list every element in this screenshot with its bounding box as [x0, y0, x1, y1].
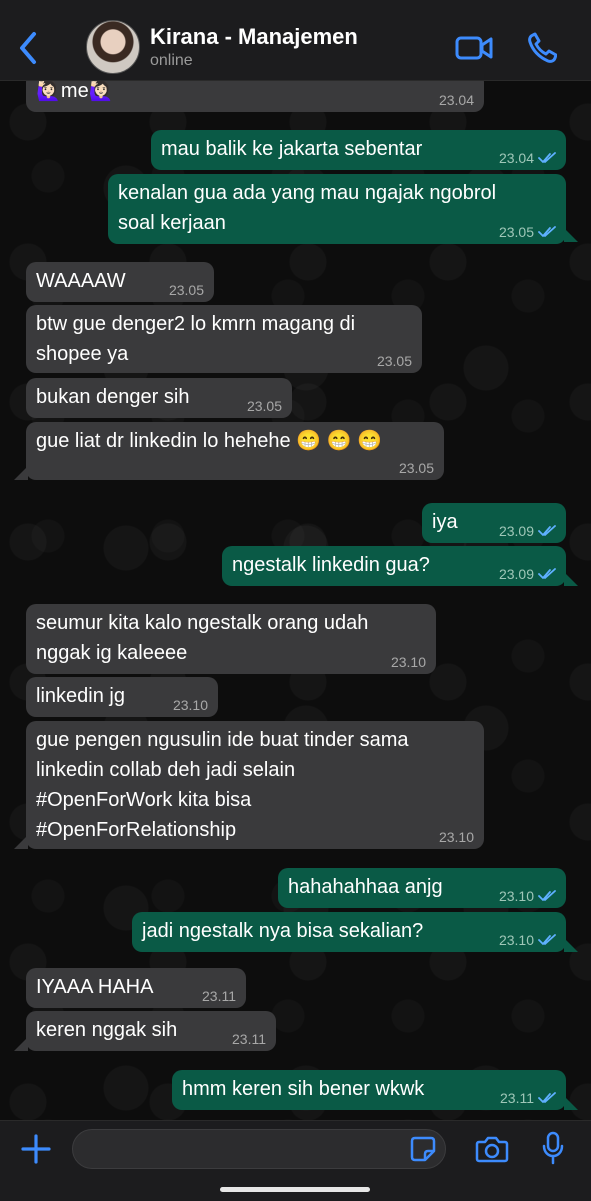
sticker-icon[interactable] — [410, 1136, 436, 1162]
message-text: btw gue denger2 lo kmrn magang di shopee… — [36, 313, 356, 365]
message-in[interactable]: IYAAA HAHA 23.11 — [26, 968, 246, 1008]
message-out[interactable]: mau balik ke jakarta sebentar 23.04 — [151, 130, 566, 170]
video-call-icon[interactable] — [455, 34, 493, 62]
message-text: bukan denger sih — [36, 386, 190, 408]
plus-icon[interactable] — [20, 1133, 52, 1165]
message-in[interactable]: keren nggak sih 23.11 — [26, 1011, 276, 1051]
double-check-icon — [538, 152, 556, 163]
message-time: 23.04 — [498, 150, 534, 166]
message-time: 23.11 — [232, 1031, 266, 1047]
message-time: 23.10 — [498, 888, 534, 904]
message-text: hahahahhaa anjg — [288, 876, 443, 898]
message-text: jadi ngestalk nya bisa sekalian? — [142, 920, 424, 942]
message-text: gue liat dr linkedin lo hehehe 😁 😁 😁 — [36, 430, 383, 452]
message-text: IYAAA HAHA — [36, 976, 154, 998]
message-in[interactable]: gue pengen ngusulin ide buat tinder sama… — [26, 721, 484, 849]
chat-header: Kirana - Manajemen online — [0, 0, 591, 81]
message-time: 23.11 — [202, 988, 236, 1004]
message-time: 23.05 — [498, 224, 534, 240]
message-text: ngestalk linkedin gua? — [232, 554, 430, 576]
message-time: 23.05 — [168, 282, 204, 298]
message-in[interactable]: linkedin jg 23.10 — [26, 677, 218, 717]
message-time: 23.10 — [172, 697, 208, 713]
bubble-tail — [564, 572, 578, 586]
message-time: 23.10 — [498, 932, 534, 948]
message-text: linkedin jg — [36, 685, 125, 707]
message-in[interactable]: WAAAAW 23.05 — [26, 262, 214, 302]
message-text: kenalan gua ada yang mau ngajak ngobrol … — [118, 182, 497, 234]
message-in[interactable]: btw gue denger2 lo kmrn magang di shopee… — [26, 305, 422, 373]
message-out[interactable]: hahahahhaa anjg 23.10 — [278, 868, 566, 908]
message-text: mau balik ke jakarta sebentar — [161, 138, 423, 160]
double-check-icon — [538, 1092, 556, 1103]
double-check-icon — [538, 890, 556, 901]
bubble-tail — [14, 835, 28, 849]
bubble-tail — [564, 938, 578, 952]
message-in[interactable]: bukan denger sih 23.05 — [26, 378, 292, 418]
message-text: seumur kita kalo ngestalk orang udah ngg… — [36, 612, 369, 664]
message-input[interactable] — [72, 1129, 446, 1169]
message-time: 23.11 — [500, 1090, 534, 1106]
home-indicator — [220, 1187, 370, 1192]
bubble-tail — [564, 1096, 578, 1110]
message-time: 23.04 — [438, 92, 474, 108]
message-text: WAAAAW — [36, 270, 126, 292]
message-text: gue pengen ngusulin ide buat tinder sama… — [36, 729, 409, 841]
double-check-icon — [538, 226, 556, 237]
double-check-icon — [538, 568, 556, 579]
message-in[interactable]: gue liat dr linkedin lo hehehe 😁 😁 😁 23.… — [26, 422, 444, 480]
message-out[interactable]: ngestalk linkedin gua? 23.09 — [222, 546, 566, 586]
contact-name[interactable]: Kirana - Manajemen — [150, 24, 358, 50]
microphone-icon[interactable] — [542, 1131, 564, 1165]
bubble-tail — [14, 466, 28, 480]
message-out[interactable]: iya 23.09 — [422, 503, 566, 543]
message-text: hmm keren sih bener wkwk — [182, 1078, 425, 1100]
message-in[interactable]: seumur kita kalo ngestalk orang udah ngg… — [26, 604, 436, 674]
message-out[interactable]: kenalan gua ada yang mau ngajak ngobrol … — [108, 174, 566, 244]
contact-avatar[interactable] — [86, 20, 140, 74]
message-time: 23.09 — [498, 566, 534, 582]
message-out[interactable]: jadi ngestalk nya bisa sekalian? 23.10 — [132, 912, 566, 952]
contact-status: online — [150, 52, 193, 69]
message-text: keren nggak sih — [36, 1019, 178, 1041]
double-check-icon — [538, 525, 556, 536]
message-time: 23.05 — [376, 353, 412, 369]
message-out[interactable]: hmm keren sih bener wkwk 23.11 — [172, 1070, 566, 1110]
bubble-tail — [564, 228, 578, 242]
message-time: 23.10 — [390, 654, 426, 670]
double-check-icon — [538, 934, 556, 945]
phone-icon[interactable] — [527, 32, 557, 64]
message-time: 23.10 — [438, 829, 474, 845]
message-text: iya — [432, 511, 458, 533]
bubble-tail — [14, 1037, 28, 1051]
message-time: 23.05 — [246, 398, 282, 414]
back-chevron-icon[interactable] — [14, 30, 44, 66]
message-time: 23.05 — [398, 460, 434, 476]
message-text: 🙋🏻‍♀️me🙋🏻‍♀️ — [36, 80, 114, 102]
camera-icon[interactable] — [475, 1135, 509, 1163]
message-time: 23.09 — [498, 523, 534, 539]
